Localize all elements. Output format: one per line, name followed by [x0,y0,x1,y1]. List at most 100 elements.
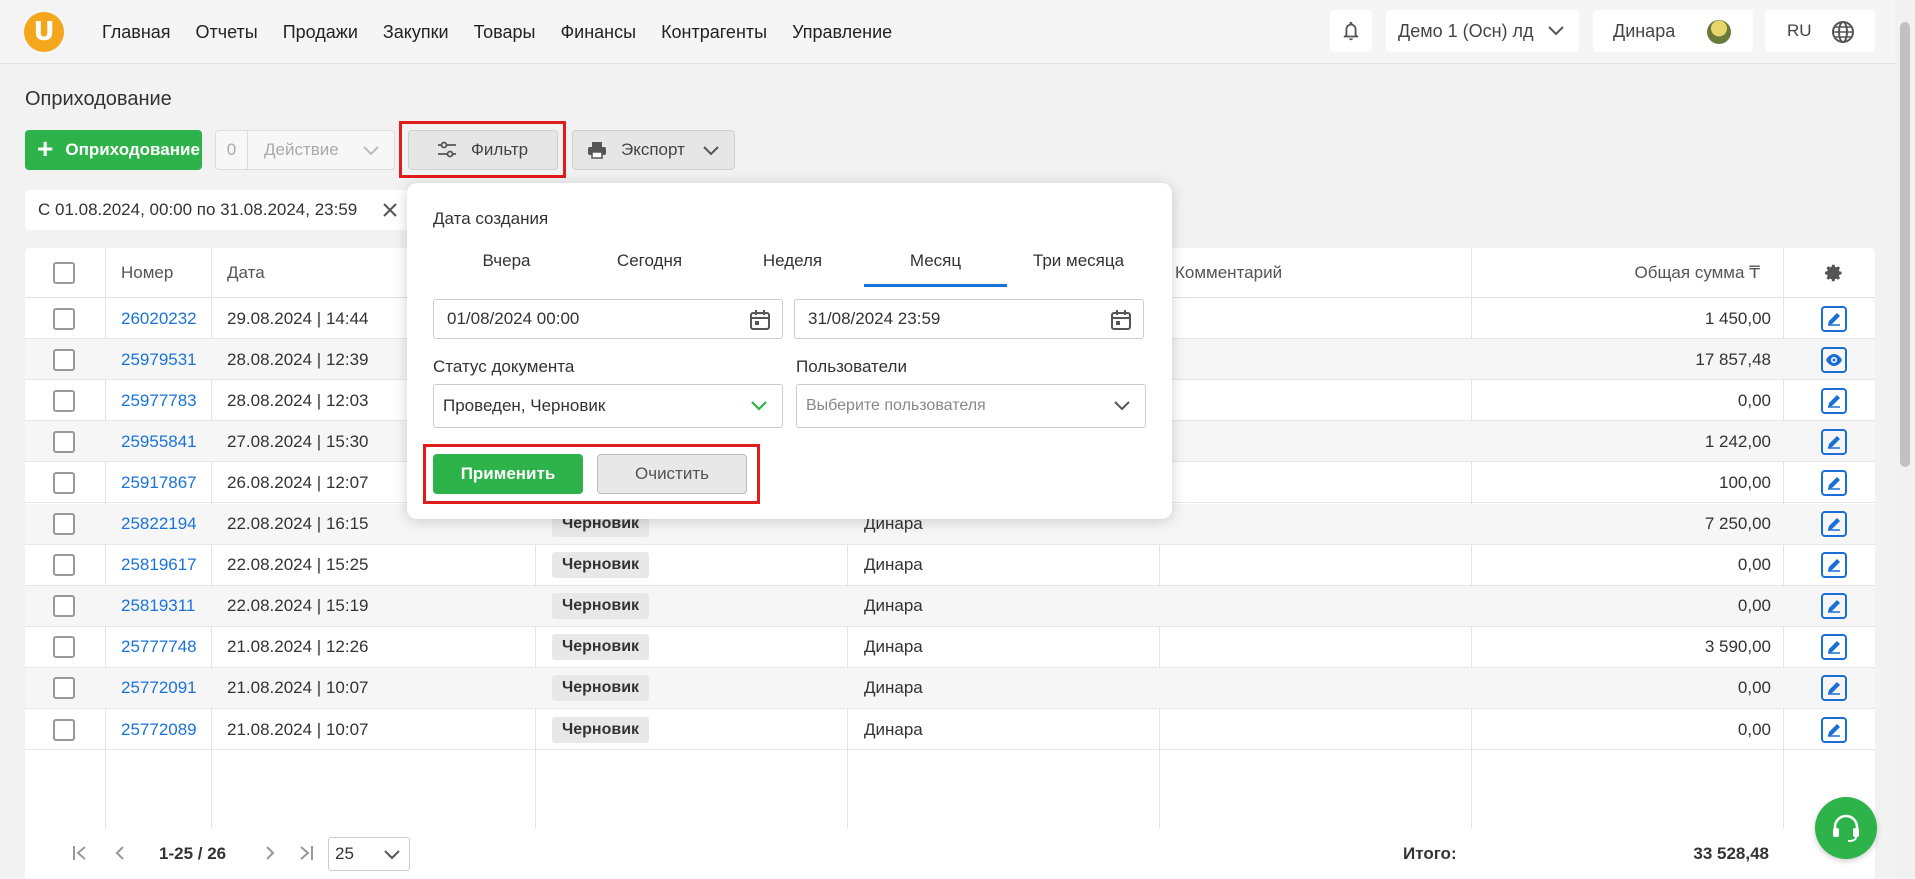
tab-month[interactable]: Месяц [864,245,1007,287]
edit-icon [1828,600,1840,613]
action-dropdown[interactable]: 0 Действие [215,130,395,170]
document-number-link[interactable]: 25979531 [121,339,197,380]
nav-item-finance[interactable]: Финансы [560,22,636,43]
nav-item-reports[interactable]: Отчеты [196,22,258,43]
row-checkbox[interactable] [53,513,75,535]
column-date[interactable]: Дата [227,248,265,298]
bell-icon [1343,21,1359,41]
date-from-input[interactable]: 01/08/2024 00:00 [433,299,783,339]
tab-yesterday[interactable]: Вчера [435,245,578,287]
status-badge: Черновик [552,552,650,579]
user-menu[interactable]: Динара [1593,10,1753,52]
nav-item-management[interactable]: Управление [792,22,892,43]
status-select[interactable]: Проведен, Черновик [433,384,783,428]
organization-select[interactable]: Демо 1 (Осн) лд [1386,10,1579,52]
last-page-icon[interactable] [297,844,315,862]
edit-button[interactable] [1821,634,1847,661]
document-amount: 3 590,00 [1704,637,1771,657]
document-number-link[interactable]: 25955841 [121,421,197,462]
next-page-icon[interactable] [261,844,279,862]
tab-today[interactable]: Сегодня [578,245,721,287]
calendar-icon[interactable] [1109,308,1133,332]
row-checkbox[interactable] [53,348,75,371]
nav-item-sales[interactable]: Продажи [283,22,358,43]
document-number-link[interactable]: 26020232 [121,298,197,339]
row-checkbox[interactable] [53,595,75,618]
select-all-checkbox[interactable] [53,262,75,284]
edit-button[interactable] [1821,387,1847,414]
first-page-icon[interactable] [71,844,89,862]
column-settings[interactable] [1822,248,1844,298]
logo-letter: U [33,17,55,47]
row-checkbox[interactable] [53,677,75,700]
apply-button[interactable]: Применить [433,454,583,494]
nav-item-purchases[interactable]: Закупки [383,22,449,43]
table-row[interactable]: 25819311 22.08.2024 | 15:19 Черновик Динара… [25,585,1875,627]
add-receipt-button[interactable]: + Оприходование [25,130,202,170]
edit-button[interactable] [1821,593,1847,620]
document-number-link[interactable]: 25819311 [121,586,195,627]
eye-icon [1826,353,1842,366]
row-action-cell [1821,462,1847,503]
edit-button[interactable] [1821,511,1847,537]
row-checkbox[interactable] [53,430,75,453]
document-date: 21.08.2024 | 10:07 [227,719,369,739]
edit-button[interactable] [1821,716,1847,743]
filter-button[interactable]: Фильтр [408,130,558,170]
document-number-link[interactable]: 25819617 [121,545,197,586]
edit-button[interactable] [1821,305,1847,332]
document-number-link[interactable]: 25822194 [121,504,197,545]
document-number-link[interactable]: 25772089 [121,709,197,750]
status-badge: Черновик [552,716,650,743]
edit-button[interactable] [1821,675,1847,702]
table-row[interactable]: 25777748 21.08.2024 | 12:26 Черновик Динара… [25,627,1875,668]
row-checkbox[interactable] [53,307,75,330]
edit-button[interactable] [1821,552,1847,579]
table-row[interactable]: 25772091 21.08.2024 | 10:07 Черновик Динара… [25,667,1875,709]
date-from-value: 01/08/2024 00:00 [447,309,580,328]
row-checkbox[interactable] [53,554,75,577]
document-number-link[interactable]: 25772091 [121,668,197,709]
per-page-select[interactable]: 25 [328,837,410,871]
row-checkbox[interactable] [53,471,75,494]
edit-button[interactable] [1821,469,1847,496]
status-label: Статус документа [433,357,575,376]
row-checkbox[interactable] [53,389,75,412]
document-number-link[interactable]: 25917867 [121,462,197,503]
clear-button[interactable]: Очистить [597,454,747,494]
column-comment[interactable]: Комментарий [1175,248,1282,298]
notifications-button[interactable] [1330,10,1372,52]
view-button[interactable] [1821,346,1847,373]
table-row[interactable]: 25819617 22.08.2024 | 15:25 Черновик Динара… [25,545,1875,586]
app-logo[interactable]: U [24,12,64,52]
support-chat-button[interactable] [1815,797,1877,859]
date-to-input[interactable]: 31/08/2024 23:59 [794,299,1144,339]
status-select-value: Проведен, Черновик [443,396,606,415]
document-amount: 0,00 [1737,390,1771,410]
chevron-down-icon [1548,26,1564,36]
column-total[interactable]: Общая сумма ₸ [1634,248,1760,298]
document-amount: 0,00 [1737,678,1771,698]
document-number-link[interactable]: 25977783 [121,380,197,421]
close-icon[interactable] [380,200,400,220]
scrollbar-thumb[interactable] [1900,22,1910,467]
row-checkbox[interactable] [53,718,75,741]
users-select[interactable]: Выберите пользователя [796,384,1146,428]
organization-name: Демо 1 (Осн) лд [1398,20,1534,41]
export-button[interactable]: Экспорт [572,130,735,170]
prev-page-icon[interactable] [111,844,129,862]
edit-button[interactable] [1821,428,1847,455]
tab-week[interactable]: Неделя [721,245,864,287]
table-row[interactable]: 25772089 21.08.2024 | 10:07 Черновик Динара… [25,709,1875,750]
row-checkbox[interactable] [53,636,75,659]
nav-item-products[interactable]: Товары [474,22,536,43]
document-number-link[interactable]: 25777748 [121,627,197,668]
column-number[interactable]: Номер [121,248,173,298]
status-cell: Черновик [552,545,650,586]
tab-three-months[interactable]: Три месяца [1007,245,1150,287]
language-select[interactable]: RU [1765,10,1875,52]
nav-item-counterparties[interactable]: Контрагенты [661,22,767,43]
nav-item-home[interactable]: Главная [102,22,171,43]
calendar-icon[interactable] [748,308,772,332]
select-all-cell [53,248,75,298]
